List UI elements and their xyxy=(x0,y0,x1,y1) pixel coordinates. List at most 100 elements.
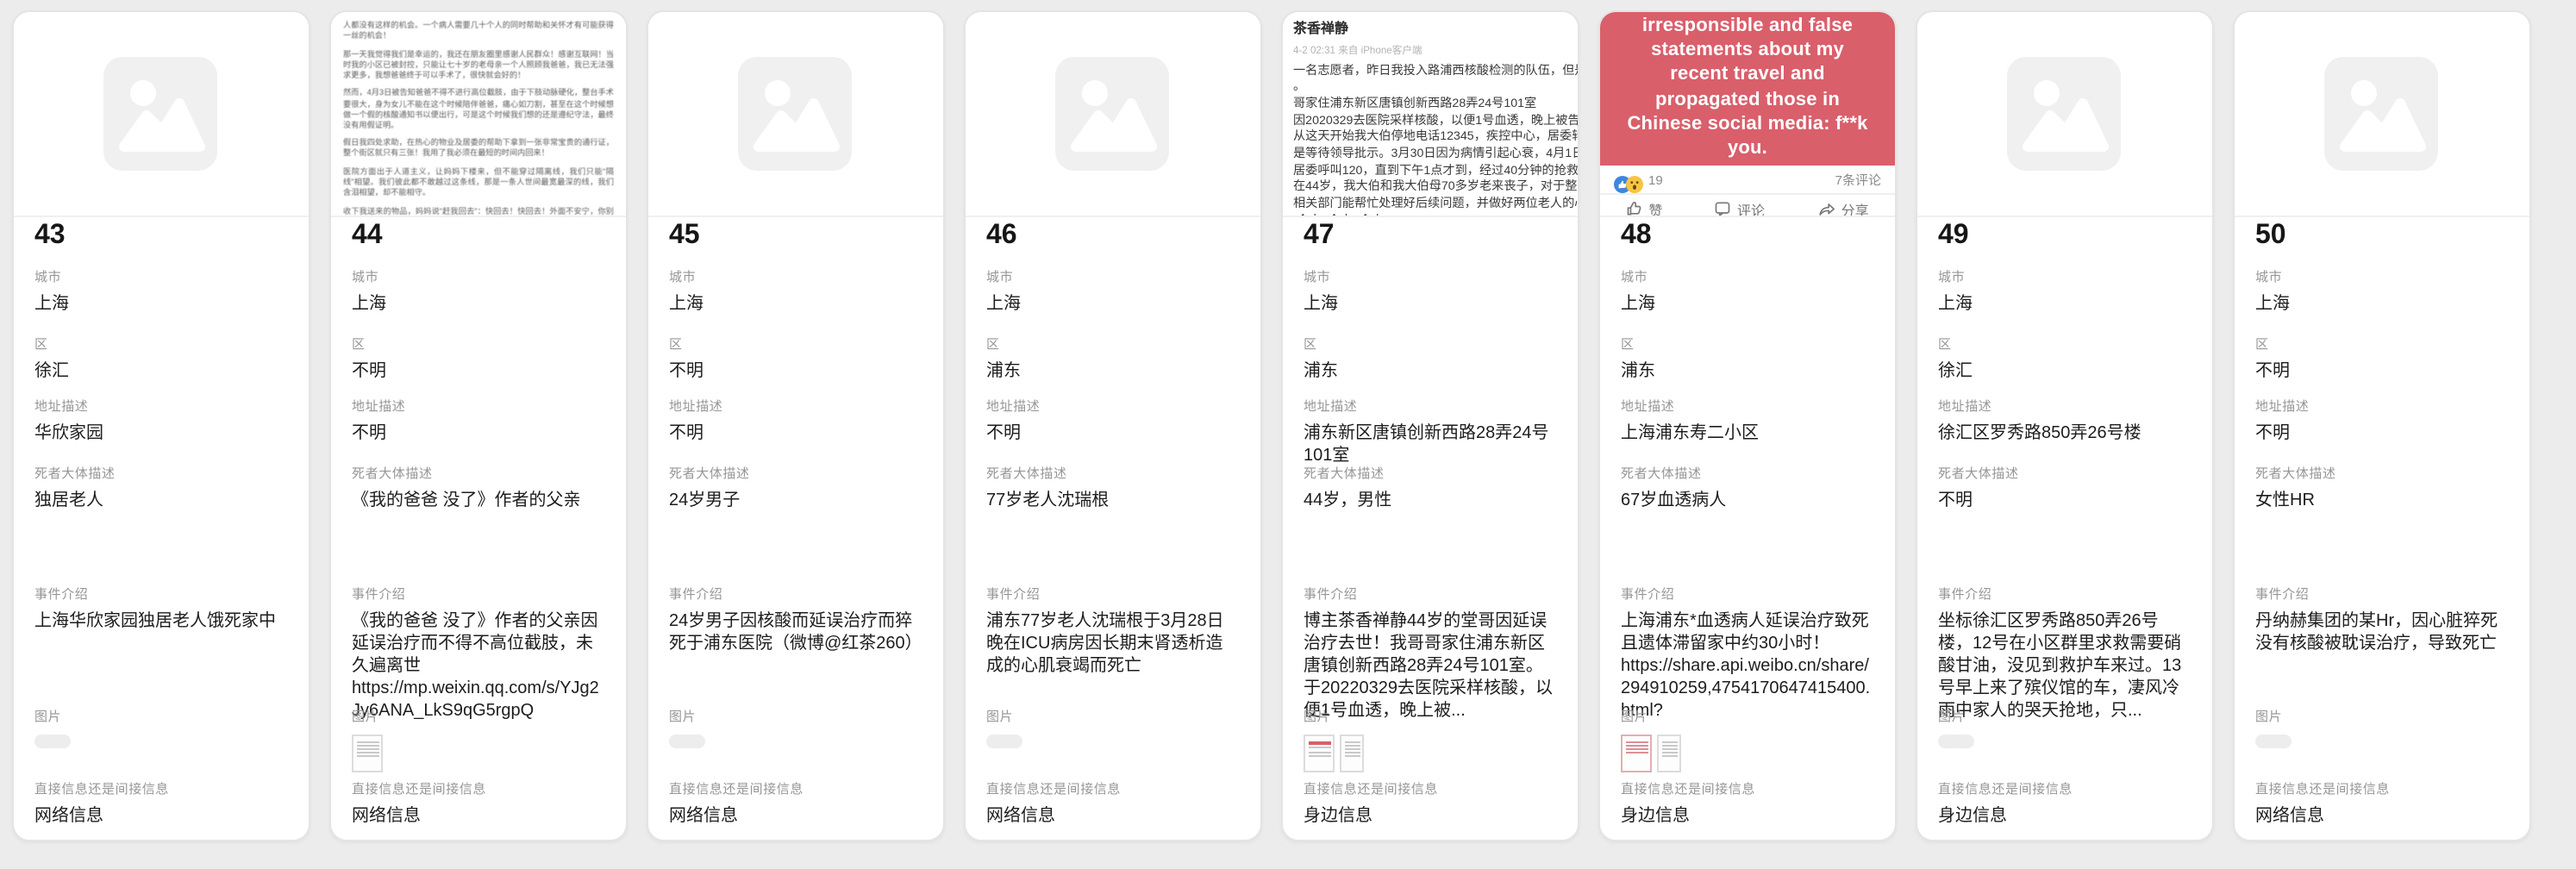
field-city: 城市上海 xyxy=(1304,267,1557,315)
field-direct-label: 直接信息还是间接信息 xyxy=(352,779,605,798)
field-direct-value: 身边信息 xyxy=(1304,804,1557,827)
field-district-label: 区 xyxy=(1304,334,1557,353)
record-card[interactable]: irresponsible and falsestatements about … xyxy=(1598,10,1897,841)
empty-image-pill xyxy=(986,735,1022,748)
field-deceased: 死者大体描述《我的爸爸 没了》作者的父亲 xyxy=(352,464,605,511)
field-address-value: 不明 xyxy=(669,422,922,444)
card-content: 45城市上海区不明地址描述不明死者大体描述24岁男子事件介绍24岁男子因核酸而延… xyxy=(669,12,922,840)
field-address: 地址描述不明 xyxy=(986,397,1240,444)
field-district-value: 不明 xyxy=(669,359,922,382)
field-image-label: 图片 xyxy=(669,707,922,726)
field-deceased-label: 死者大体描述 xyxy=(669,464,922,483)
field-direct-label: 直接信息还是间接信息 xyxy=(1938,779,2191,798)
field-deceased: 死者大体描述77岁老人沈瑞根 xyxy=(986,464,1240,511)
field-direct-value: 网络信息 xyxy=(352,804,605,827)
card-content: 47城市上海区浦东地址描述浦东新区唐镇创新西路28弄24号101室死者大体描述4… xyxy=(1304,12,1557,840)
field-address: 地址描述华欣家园 xyxy=(34,397,288,444)
image-thumbnails xyxy=(352,735,605,772)
field-district-value: 徐汇 xyxy=(1938,359,2191,382)
field-address: 地址描述上海浦东寿二小区 xyxy=(1621,397,1874,444)
field-district-label: 区 xyxy=(986,334,1240,353)
field-city-label: 城市 xyxy=(1621,267,1874,286)
record-card[interactable]: 人都没有这样的机会。一个病人需要几十个人的同时帮助和关怀才有可能获得一丝的机会！… xyxy=(329,10,628,841)
record-card[interactable]: 43城市上海区徐汇地址描述华欣家园死者大体描述独居老人事件介绍上海华欣家园独居老… xyxy=(12,10,310,841)
card-content: 49城市上海区徐汇地址描述徐汇区罗秀路850弄26号楼死者大体描述不明事件介绍坐… xyxy=(1938,12,2191,840)
field-address-label: 地址描述 xyxy=(669,397,922,416)
field-city-value: 上海 xyxy=(1621,292,1874,315)
field-city: 城市上海 xyxy=(2255,267,2509,315)
field-event: 事件介绍24岁男子因核酸而延误治疗而猝死于浦东医院（微博@红茶260） xyxy=(669,585,922,654)
field-address-label: 地址描述 xyxy=(34,397,288,416)
field-deceased-value: 67岁血透病人 xyxy=(1621,489,1874,511)
record-number: 44 xyxy=(352,221,383,252)
record-card[interactable]: 46城市上海区浦东地址描述不明死者大体描述77岁老人沈瑞根事件介绍浦东77岁老人… xyxy=(964,10,1262,841)
field-deceased: 死者大体描述24岁男子 xyxy=(669,464,922,511)
record-card[interactable]: 50城市上海区不明地址描述不明死者大体描述女性HR事件介绍丹纳赫集团的某Hr，因… xyxy=(2233,10,2531,841)
field-city: 城市上海 xyxy=(1938,267,2191,315)
field-address-value: 不明 xyxy=(986,422,1240,444)
field-event-label: 事件介绍 xyxy=(669,585,922,603)
field-direct: 直接信息还是间接信息网络信息 xyxy=(2255,779,2509,827)
field-district: 区徐汇 xyxy=(34,334,288,382)
card-content: 50城市上海区不明地址描述不明死者大体描述女性HR事件介绍丹纳赫集团的某Hr，因… xyxy=(2255,12,2509,840)
field-event: 事件介绍博主茶香禅静44岁的堂哥因延误治疗去世！我哥哥家住浦东新区唐镇创新西路2… xyxy=(1304,585,1557,722)
field-district: 区浦东 xyxy=(986,334,1240,382)
record-number: 46 xyxy=(986,221,1017,252)
document-thumbnail xyxy=(1657,735,1681,772)
field-direct-value: 网络信息 xyxy=(986,804,1240,827)
field-image-label: 图片 xyxy=(1621,707,1874,726)
field-image: 图片 xyxy=(1938,707,2191,748)
field-deceased-value: 44岁，男性 xyxy=(1304,489,1557,511)
field-direct-value: 网络信息 xyxy=(669,804,922,827)
record-card[interactable]: 49城市上海区徐汇地址描述徐汇区罗秀路850弄26号楼死者大体描述不明事件介绍坐… xyxy=(1916,10,2214,841)
field-address-value: 不明 xyxy=(2255,422,2509,444)
field-direct: 直接信息还是间接信息网络信息 xyxy=(34,779,288,827)
card-content: 46城市上海区浦东地址描述不明死者大体描述77岁老人沈瑞根事件介绍浦东77岁老人… xyxy=(986,12,1240,840)
field-city: 城市上海 xyxy=(669,267,922,315)
field-city-value: 上海 xyxy=(1938,292,2191,315)
record-number: 48 xyxy=(1621,221,1652,252)
field-deceased-value: 不明 xyxy=(1938,489,2191,511)
field-direct-value: 身边信息 xyxy=(1938,804,2191,827)
field-city-label: 城市 xyxy=(34,267,288,286)
field-event-label: 事件介绍 xyxy=(1938,585,2191,603)
document-thumbnail xyxy=(1340,735,1364,772)
field-district-label: 区 xyxy=(1621,334,1874,353)
document-thumbnail xyxy=(352,735,383,772)
field-district-value: 不明 xyxy=(2255,359,2509,382)
field-direct: 直接信息还是间接信息网络信息 xyxy=(352,779,605,827)
field-image-label: 图片 xyxy=(352,707,605,726)
field-address-value: 华欣家园 xyxy=(34,422,288,444)
image-thumbnails xyxy=(1621,735,1874,772)
field-city: 城市上海 xyxy=(986,267,1240,315)
field-direct-label: 直接信息还是间接信息 xyxy=(1621,779,1874,798)
field-address: 地址描述徐汇区罗秀路850弄26号楼 xyxy=(1938,397,2191,444)
field-direct-value: 网络信息 xyxy=(34,804,288,827)
field-deceased-label: 死者大体描述 xyxy=(2255,464,2509,483)
record-card[interactable]: 45城市上海区不明地址描述不明死者大体描述24岁男子事件介绍24岁男子因核酸而延… xyxy=(647,10,945,841)
image-thumbnails xyxy=(1938,735,2191,748)
field-district-label: 区 xyxy=(669,334,922,353)
record-number: 49 xyxy=(1938,221,1969,252)
field-image: 图片 xyxy=(669,707,922,748)
field-city-label: 城市 xyxy=(2255,267,2509,286)
field-address-label: 地址描述 xyxy=(986,397,1240,416)
field-deceased-label: 死者大体描述 xyxy=(1621,464,1874,483)
field-city: 城市上海 xyxy=(352,267,605,315)
field-direct: 直接信息还是间接信息身边信息 xyxy=(1621,779,1874,827)
field-address-label: 地址描述 xyxy=(1304,397,1557,416)
card-content: 48城市上海区浦东地址描述上海浦东寿二小区死者大体描述67岁血透病人事件介绍上海… xyxy=(1621,12,1874,840)
field-district-label: 区 xyxy=(2255,334,2509,353)
field-image: 图片 xyxy=(34,707,288,748)
field-image-label: 图片 xyxy=(2255,707,2509,726)
field-event: 事件介绍上海浦东*血透病人延误治疗致死且遗体滞留家中约30小时！ https:/… xyxy=(1621,585,1874,722)
field-deceased: 死者大体描述44岁，男性 xyxy=(1304,464,1557,511)
field-direct-label: 直接信息还是间接信息 xyxy=(986,779,1240,798)
record-card[interactable]: 茶香禅静4-2 02:31 来自 iPhone客户端一名志愿者，昨日我投入路浦西… xyxy=(1281,10,1579,841)
field-image: 图片 xyxy=(986,707,1240,748)
field-city-label: 城市 xyxy=(669,267,922,286)
field-event: 事件介绍《我的爸爸 没了》作者的父亲因延误治疗而不得不高位截肢，未久遍离世 ht… xyxy=(352,585,605,722)
field-event-value: 浦东77岁老人沈瑞根于3月28日晚在ICU病房因长期末肾透析造成的心肌衰竭而死亡 xyxy=(986,610,1240,677)
field-event: 事件介绍上海华欣家园独居老人饿死家中 xyxy=(34,585,288,632)
field-address: 地址描述不明 xyxy=(352,397,605,444)
